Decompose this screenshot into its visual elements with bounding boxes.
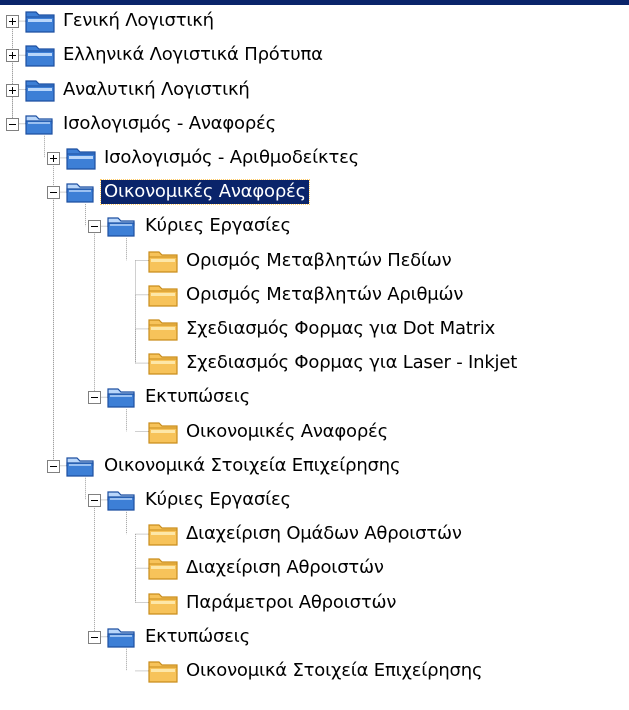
yellow-folder-icon: [147, 520, 181, 548]
tree-node-label[interactable]: Εκτυπώσεις: [142, 385, 253, 409]
tree-node-label[interactable]: Γενική Λογιστική: [60, 9, 217, 33]
tree-node[interactable]: Διαχείριση Αθροιστών: [0, 551, 629, 585]
collapse-minus-icon[interactable]: [47, 459, 60, 473]
tree-node[interactable]: Κύριες Εργασίες: [0, 209, 629, 243]
blue-folder-open-icon: [106, 212, 140, 240]
yellow-folder-icon: [147, 247, 181, 275]
collapse-minus-icon[interactable]: [88, 630, 101, 644]
tree-node[interactable]: Ελληνικά Λογιστικά Πρότυπα: [0, 38, 629, 72]
tree-node-label[interactable]: Εκτυπώσεις: [142, 625, 253, 649]
blue-folder-open-icon: [106, 486, 140, 514]
tree-node-label[interactable]: Ισολογισμός - Αριθμοδείκτες: [101, 146, 362, 170]
tree-node-label[interactable]: Οικονομικές Αναφορές: [183, 420, 391, 444]
tree-node[interactable]: Ισολογισμός - Αριθμοδείκτες: [0, 141, 629, 175]
tree-node-label[interactable]: Κύριες Εργασίες: [142, 488, 294, 512]
collapse-minus-icon[interactable]: [47, 186, 60, 200]
tree-node-label[interactable]: Οικονομικά Στοιχεία Επιχείρησης: [183, 659, 485, 683]
expand-plus-icon[interactable]: [6, 83, 19, 97]
blue-folder-icon: [65, 144, 99, 172]
expand-plus-icon[interactable]: [6, 15, 19, 29]
yellow-folder-icon: [147, 281, 181, 309]
yellow-folder-icon: [147, 349, 181, 377]
tree-node-label[interactable]: Παράμετροι Αθροιστών: [183, 591, 399, 615]
tree-node[interactable]: Οικονομικά Στοιχεία Επιχείρησης: [0, 654, 629, 688]
tree-node-label[interactable]: Ισολογισμός - Αναφορές: [60, 112, 279, 136]
blue-folder-open-icon: [65, 452, 99, 480]
expand-plus-icon[interactable]: [6, 49, 19, 63]
blue-folder-icon: [24, 76, 58, 104]
tree-node[interactable]: Εκτυπώσεις: [0, 380, 629, 414]
tree-node[interactable]: Σχεδιασμός Φορμας για Laser - Inkjet: [0, 346, 629, 380]
collapse-minus-icon[interactable]: [88, 493, 101, 507]
blue-folder-icon: [24, 41, 58, 69]
tree-node[interactable]: Εκτυπώσεις: [0, 620, 629, 654]
tree-node-label[interactable]: Διαχείριση Ομάδων Αθροιστών: [183, 522, 465, 546]
blue-folder-open-icon: [106, 383, 140, 411]
collapse-minus-icon[interactable]: [6, 117, 19, 131]
collapse-minus-icon[interactable]: [88, 391, 101, 405]
tree-node[interactable]: Κύριες Εργασίες: [0, 483, 629, 517]
blue-folder-open-icon: [106, 623, 140, 651]
expand-plus-icon[interactable]: [47, 151, 60, 165]
tree-node-label[interactable]: Ελληνικά Λογιστικά Πρότυπα: [60, 43, 326, 67]
collapse-minus-icon[interactable]: [88, 220, 101, 234]
blue-folder-open-icon: [24, 110, 58, 138]
tree-node[interactable]: Διαχείριση Ομάδων Αθροιστών: [0, 517, 629, 551]
yellow-folder-icon: [147, 315, 181, 343]
tree-view[interactable]: Γενική Λογιστική Ελληνικά Λογιστικά Πρότ…: [0, 0, 629, 710]
tree-node-label[interactable]: Σχεδιασμός Φορμας για Laser - Inkjet: [183, 351, 520, 375]
tree-node[interactable]: Ισολογισμός - Αναφορές: [0, 107, 629, 141]
tree-node[interactable]: Αναλυτική Λογιστική: [0, 73, 629, 107]
blue-folder-open-icon: [65, 178, 99, 206]
tree-node[interactable]: Γενική Λογιστική: [0, 4, 629, 38]
tree-node[interactable]: Παράμετροι Αθροιστών: [0, 586, 629, 620]
tree-node-label[interactable]: Αναλυτική Λογιστική: [60, 78, 253, 102]
yellow-folder-icon: [147, 589, 181, 617]
tree-node-label[interactable]: Κύριες Εργασίες: [142, 214, 294, 238]
yellow-folder-icon: [147, 418, 181, 446]
tree-node[interactable]: Σχεδιασμός Φορμας για Dot Matrix: [0, 312, 629, 346]
tree-node-label[interactable]: Οικονομικά Στοιχεία Επιχείρησης: [101, 454, 403, 478]
tree-node[interactable]: Ορισμός Μεταβλητών Πεδίων: [0, 244, 629, 278]
yellow-folder-icon: [147, 657, 181, 685]
tree-node-label[interactable]: Διαχείριση Αθροιστών: [183, 556, 387, 580]
tree-node[interactable]: Ορισμός Μεταβλητών Αριθμών: [0, 278, 629, 312]
tree-node-label[interactable]: Ορισμός Μεταβλητών Πεδίων: [183, 249, 455, 273]
tree-node[interactable]: Οικονομικές Αναφορές: [0, 415, 629, 449]
tree-node[interactable]: Οικονομικές Αναφορές: [0, 175, 629, 209]
blue-folder-icon: [24, 7, 58, 35]
tree-node-label[interactable]: Οικονομικές Αναφορές: [100, 179, 310, 206]
tree-node[interactable]: Οικονομικά Στοιχεία Επιχείρησης: [0, 449, 629, 483]
yellow-folder-icon: [147, 554, 181, 582]
tree-node-label[interactable]: Σχεδιασμός Φορμας για Dot Matrix: [183, 317, 498, 341]
tree-node-label[interactable]: Ορισμός Μεταβλητών Αριθμών: [183, 283, 466, 307]
